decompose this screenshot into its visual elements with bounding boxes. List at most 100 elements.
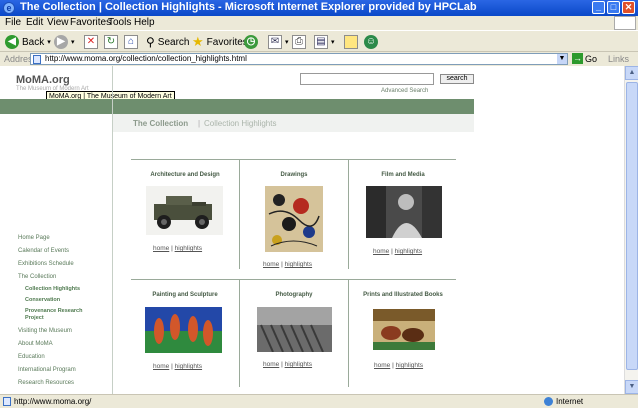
category-title-prints: Prints and Illustrated Books (363, 292, 443, 298)
home-button[interactable]: ⌂ (124, 34, 138, 50)
search-button[interactable]: ⚲ Search (146, 34, 189, 50)
section-header: The Collection | Collection Highlights (113, 114, 474, 132)
print-image[interactable] (373, 309, 435, 350)
category-links-film: home | highlights (373, 248, 422, 255)
jeep-image[interactable] (146, 186, 223, 235)
folder-icon (344, 35, 358, 49)
address-url[interactable]: http://www.moma.org/collection/collectio… (45, 54, 247, 63)
nav-collection[interactable]: The Collection (18, 274, 56, 280)
refresh-button[interactable]: ↻ (104, 34, 118, 50)
nav-international[interactable]: International Program (18, 367, 76, 373)
nav-calendar[interactable]: Calendar of Events (18, 248, 69, 254)
link-separator: | (391, 248, 393, 255)
drawing-image[interactable] (265, 186, 323, 252)
forward-button[interactable]: ▶ ▾ (54, 34, 75, 50)
mail-icon: ✉ (268, 35, 282, 49)
mail-button[interactable]: ✉ ▾ (268, 34, 289, 50)
history-icon: ◷ (244, 35, 258, 49)
menu-file[interactable]: File (5, 17, 21, 28)
section-title: The Collection (133, 119, 189, 128)
photograph-image[interactable] (257, 307, 332, 352)
nav-about[interactable]: About MoMA (18, 341, 53, 347)
refresh-icon: ↻ (104, 35, 118, 49)
menu-help[interactable]: Help (134, 17, 155, 28)
highlights-link[interactable]: highlights (395, 248, 422, 255)
scroll-up-icon[interactable]: ▲ (625, 66, 638, 80)
nav-conservation[interactable]: Conservation (25, 297, 60, 303)
category-title-architecture: Architecture and Design (150, 172, 220, 178)
menu-favorites[interactable]: Favorites (70, 17, 111, 28)
highlights-link[interactable]: highlights (285, 261, 312, 268)
highlights-link[interactable]: highlights (175, 363, 202, 370)
nav-visiting[interactable]: Visiting the Museum (18, 328, 72, 334)
site-search-button[interactable]: search (440, 74, 474, 84)
ie-icon[interactable]: e (3, 2, 15, 14)
grid-line (131, 279, 456, 280)
nav-education[interactable]: Education (18, 354, 45, 360)
vertical-scrollbar[interactable]: ▲ ▼ (624, 66, 638, 394)
link-separator: | (281, 361, 283, 368)
address-bar: Address http://www.moma.org/collection/c… (0, 52, 638, 66)
nav-research[interactable]: Research Resources (18, 380, 74, 386)
site-search-input[interactable] (300, 73, 434, 85)
close-button[interactable]: ✕ (622, 1, 635, 14)
chevron-down-icon: ▾ (47, 39, 51, 46)
go-button[interactable]: → Go (572, 53, 597, 64)
print-button[interactable]: ⎙ (292, 34, 306, 50)
nav-collection-highlights[interactable]: Collection Highlights (25, 286, 80, 292)
windows-logo-icon (614, 16, 636, 30)
minimize-button[interactable]: _ (592, 1, 605, 14)
home-link[interactable]: home (153, 245, 169, 252)
page-icon (3, 397, 11, 406)
history-button[interactable]: ◷ (244, 34, 258, 50)
home-link[interactable]: home (263, 261, 279, 268)
maximize-button[interactable]: □ (607, 1, 620, 14)
highlights-link[interactable]: highlights (396, 362, 423, 369)
category-links-prints: home | highlights (374, 362, 423, 369)
page-content: MoMA.org The Museum of Modern Art MoMA.o… (0, 66, 624, 394)
moma-logo[interactable]: MoMA.org (16, 74, 70, 86)
discuss-button[interactable] (344, 34, 358, 50)
advanced-search-link[interactable]: Advanced Search (381, 88, 428, 94)
links-button[interactable]: Links (608, 54, 629, 64)
messenger-button[interactable]: ☺ (364, 34, 378, 50)
menu-tools[interactable]: Tools (108, 17, 131, 28)
scroll-down-icon[interactable]: ▼ (625, 380, 638, 394)
home-link[interactable]: home (153, 363, 169, 370)
home-link[interactable]: home (374, 362, 390, 369)
link-separator: | (171, 245, 173, 252)
globe-icon (544, 397, 553, 406)
stop-button[interactable]: ✕ (84, 34, 98, 50)
nav-home-page[interactable]: Home Page (18, 235, 50, 241)
edit-icon: ▤ (314, 35, 328, 49)
nav-exhibitions[interactable]: Exhibitions Schedule (18, 261, 74, 267)
back-label: Back (22, 36, 45, 48)
home-icon: ⌂ (124, 35, 138, 49)
highlights-link[interactable]: highlights (175, 245, 202, 252)
stop-icon: ✕ (84, 35, 98, 49)
film-still-image[interactable] (366, 186, 442, 238)
category-links-painting: home | highlights (153, 363, 202, 370)
highlights-link[interactable]: highlights (285, 361, 312, 368)
favorites-button[interactable]: ★ Favorites (192, 34, 248, 50)
print-icon: ⎙ (292, 35, 306, 49)
scroll-thumb[interactable] (626, 82, 638, 370)
chevron-down-icon[interactable]: ▼ (557, 54, 567, 64)
back-button[interactable]: ◀ Back ▾ (5, 34, 51, 50)
zone-label: Internet (556, 397, 584, 406)
forward-arrow-icon: ▶ (54, 35, 68, 49)
nav-provenance[interactable]: Provenance Research Project (25, 308, 85, 322)
go-arrow-icon: → (572, 53, 583, 64)
page-icon (33, 55, 41, 64)
go-label: Go (585, 53, 598, 64)
menu-view[interactable]: View (47, 17, 69, 28)
link-separator: | (281, 261, 283, 268)
edit-button[interactable]: ▤ ▾ (314, 34, 335, 50)
home-link[interactable]: home (263, 361, 279, 368)
grid-line (131, 159, 456, 160)
home-link[interactable]: home (373, 248, 389, 255)
dance-painting-image[interactable] (145, 307, 222, 353)
address-input[interactable]: http://www.moma.org/collection/collectio… (30, 53, 568, 65)
menu-edit[interactable]: Edit (26, 17, 43, 28)
window-title: The Collection | Collection Highlights -… (20, 1, 477, 13)
